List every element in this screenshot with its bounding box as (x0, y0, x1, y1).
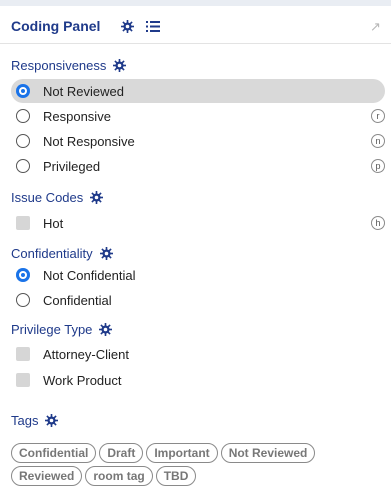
option-label: Responsive (43, 108, 111, 124)
tag-chip[interactable]: Not Reviewed (220, 443, 316, 463)
option-label: Privileged (43, 158, 101, 174)
section-title-label: Responsiveness (11, 58, 107, 73)
tags-gear-icon[interactable] (45, 414, 59, 427)
panel-header: Coding Panel ↗ (0, 6, 391, 44)
tag-chip[interactable]: Reviewed (11, 466, 83, 486)
tag-chip[interactable]: Confidential (11, 443, 97, 463)
option-not-reviewed[interactable]: Not Reviewed (11, 79, 385, 103)
privilege-type-gear-icon[interactable] (99, 323, 113, 336)
section-title-privilege-type: Privilege Type (11, 322, 113, 337)
tag-chip[interactable]: Important (146, 443, 218, 463)
radio-not-responsive[interactable] (16, 134, 30, 148)
shortcut-badge: h (371, 216, 385, 230)
radio-privileged[interactable] (16, 159, 30, 173)
option-label: Confidential (43, 292, 112, 308)
section-title-label: Tags (11, 413, 39, 428)
responsiveness-gear-icon[interactable] (113, 59, 127, 72)
section-title-label: Privilege Type (11, 322, 93, 337)
radio-confidential[interactable] (16, 293, 30, 307)
section-title-issue-codes: Issue Codes (11, 190, 104, 205)
option-attorney-client[interactable]: Attorney-Client (11, 342, 385, 366)
option-label: Work Product (43, 372, 122, 388)
panel-settings-gear-icon[interactable] (121, 20, 134, 38)
option-not-confidential[interactable]: Not Confidential (11, 263, 385, 287)
option-not-responsive[interactable]: Not Responsive n (11, 129, 385, 153)
section-title-confidentiality: Confidentiality (11, 246, 113, 261)
tag-list: Confidential Draft Important Not Reviewe… (11, 443, 386, 489)
option-hot[interactable]: Hot h (11, 211, 385, 235)
radio-responsive[interactable] (16, 109, 30, 123)
shortcut-badge: n (371, 134, 385, 148)
expand-arrow-icon[interactable]: ↗ (370, 20, 381, 33)
option-label: Not Responsive (43, 133, 135, 149)
section-title-label: Issue Codes (11, 190, 84, 205)
option-responsive[interactable]: Responsive r (11, 104, 385, 128)
issue-codes-gear-icon[interactable] (90, 191, 104, 204)
option-confidential[interactable]: Confidential (11, 288, 385, 312)
option-label: Hot (43, 215, 64, 231)
option-label: Not Reviewed (43, 83, 124, 99)
shortcut-badge: r (371, 109, 385, 123)
tag-chip[interactable]: Draft (99, 443, 144, 463)
tag-chip[interactable]: TBD (155, 466, 197, 486)
tag-row: Confidential Draft Important Not Reviewe… (11, 443, 386, 463)
tag-row: Reviewed room tag TBD (11, 466, 386, 486)
option-label: Not Confidential (43, 267, 136, 283)
section-title-tags: Tags (11, 413, 59, 428)
list-view-icon[interactable] (146, 20, 160, 38)
radio-not-reviewed[interactable] (16, 84, 30, 98)
option-label: Attorney-Client (43, 346, 129, 362)
option-privileged[interactable]: Privileged p (11, 154, 385, 178)
panel-title: Coding Panel (11, 18, 101, 34)
tag-chip[interactable]: room tag (85, 466, 153, 486)
checkbox-attorney-client[interactable] (16, 347, 30, 361)
confidentiality-gear-icon[interactable] (99, 247, 113, 260)
section-title-label: Confidentiality (11, 246, 93, 261)
radio-not-confidential[interactable] (16, 268, 30, 282)
checkbox-work-product[interactable] (16, 373, 30, 387)
option-work-product[interactable]: Work Product (11, 368, 385, 392)
shortcut-badge: p (371, 159, 385, 173)
section-title-responsiveness: Responsiveness (11, 58, 127, 73)
checkbox-hot[interactable] (16, 216, 30, 230)
